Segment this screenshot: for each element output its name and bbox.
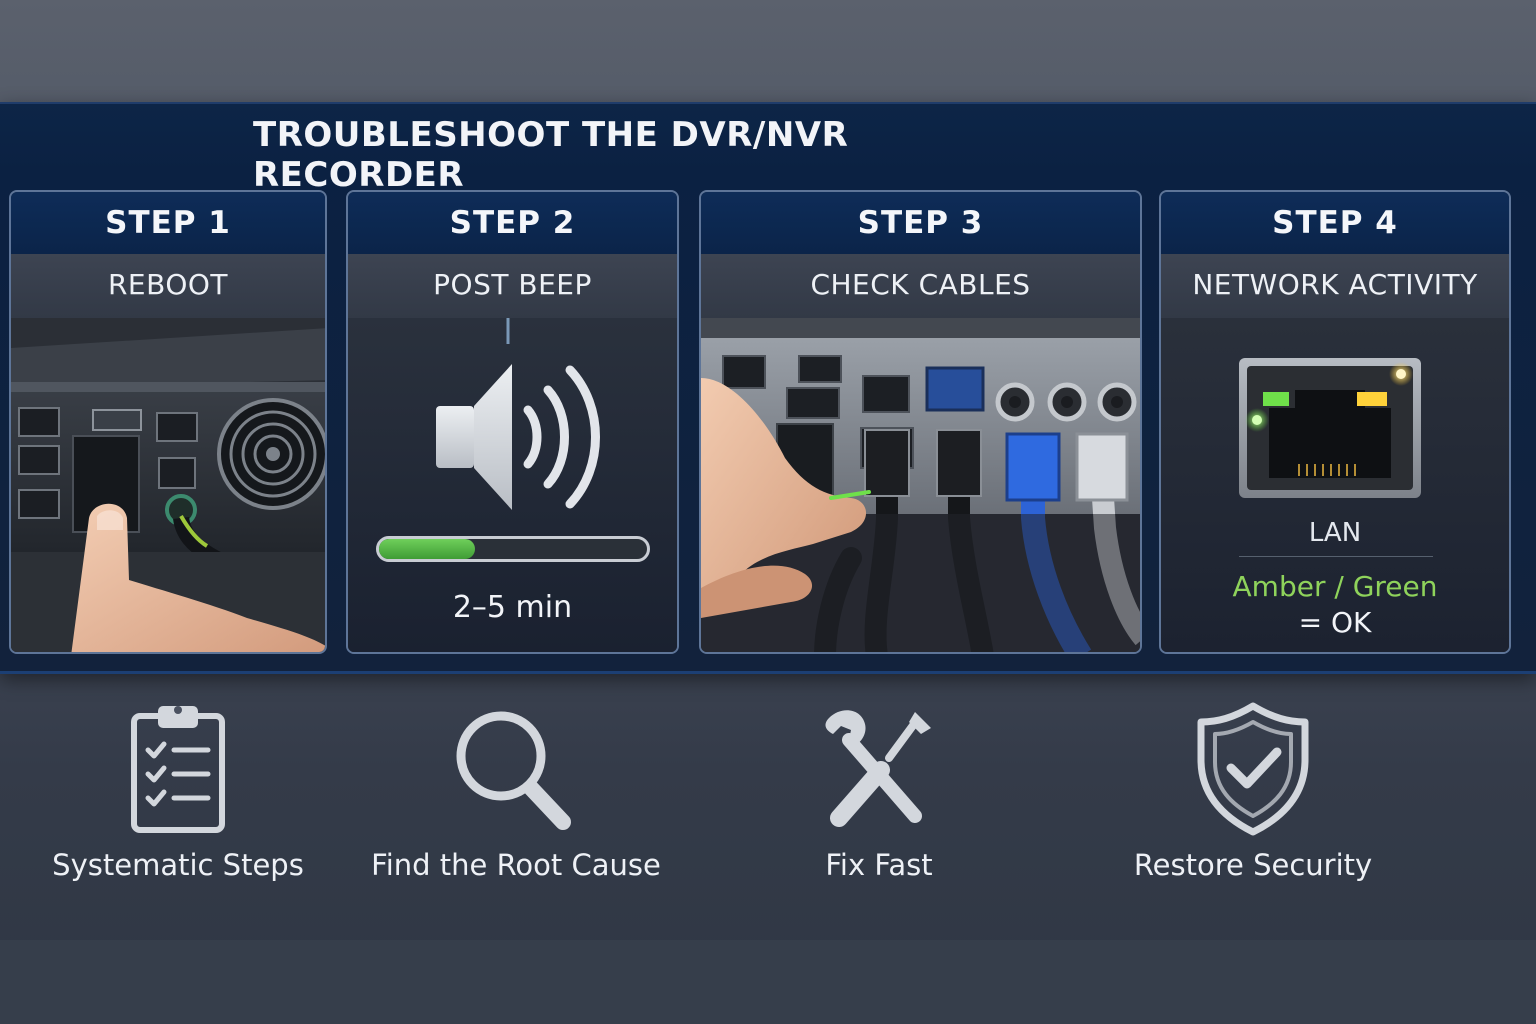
step-header: STEP 3 (701, 192, 1140, 254)
feature-systematic-steps: Systematic Steps (40, 700, 316, 882)
feature-label: Find the Root Cause (371, 848, 661, 882)
bottom-band (0, 940, 1536, 1024)
step-number: STEP 2 (449, 205, 576, 241)
lan-label: LAN (1308, 518, 1362, 548)
feature-label: Restore Security (1133, 848, 1373, 882)
top-band (0, 0, 1536, 102)
boot-duration: 2–5 min (452, 590, 573, 625)
wrench-screwdriver-icon (825, 710, 931, 827)
reboot-illustration (11, 318, 325, 652)
feature-label: Fix Fast (825, 848, 933, 882)
recorder-rear-image (11, 318, 325, 652)
led-status-text: Amber / Green (1232, 570, 1438, 603)
step-header: STEP 2 (348, 192, 677, 254)
step-header: STEP 1 (11, 192, 325, 254)
clipboard-checklist-icon (131, 706, 225, 833)
step-title: NETWORK ACTIVITY (1161, 254, 1509, 318)
step-card-post-beep: STEP 2 POST BEEP 2–5 min (346, 190, 679, 654)
cables-illustration (701, 318, 1140, 652)
shield-check-icon (1197, 702, 1309, 836)
step-title: CHECK CABLES (701, 254, 1140, 318)
lan-port-icon (1239, 358, 1421, 498)
boot-progress-fill (379, 539, 476, 559)
step-title: REBOOT (11, 254, 325, 318)
rear-panel-cables-image (701, 318, 1140, 652)
step-number: STEP 3 (857, 205, 984, 241)
step-card-network-activity: STEP 4 NETWORK ACTIVITY LAN Amber / Gree… (1159, 190, 1511, 654)
feature-root-cause: Find the Root Cause (370, 700, 662, 882)
page-title: TROUBLESHOOT THE DVR/NVR RECORDER (253, 115, 849, 195)
divider (1239, 556, 1433, 557)
feature-restore-security: Restore Security (1112, 700, 1394, 882)
step-header: STEP 4 (1161, 192, 1509, 254)
step-number: STEP 4 (1272, 205, 1398, 241)
step-card-check-cables: STEP 3 CHECK CABLES (699, 190, 1142, 654)
step-title: POST BEEP (348, 254, 677, 318)
led-status-ok: = OK (1298, 606, 1372, 639)
feature-label: Systematic Steps (52, 848, 304, 882)
speaker-icon (436, 318, 600, 510)
magnifier-icon (456, 711, 571, 830)
feature-fix-fast: Fix Fast (780, 700, 978, 882)
step-card-reboot: STEP 1 REBOOT (9, 190, 327, 654)
boot-progress-bar (376, 536, 650, 562)
step-number: STEP 1 (105, 205, 231, 241)
